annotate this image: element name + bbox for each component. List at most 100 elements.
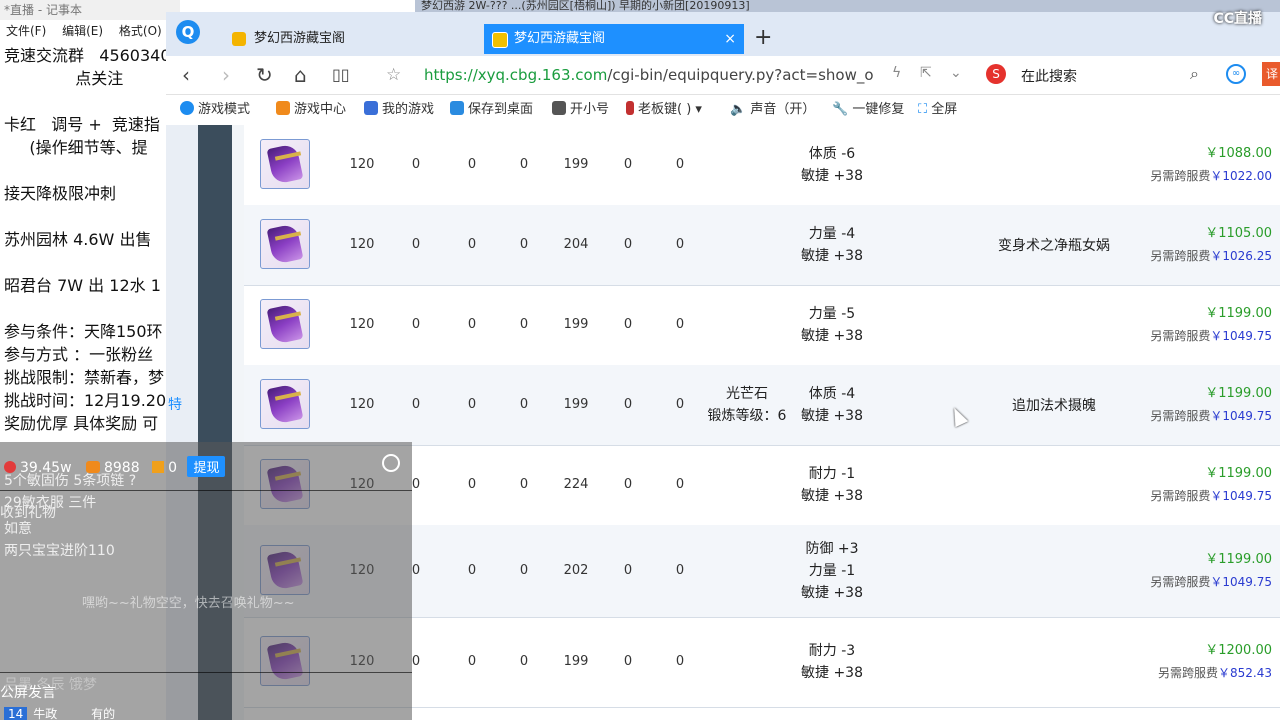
stat-cell: 120: [349, 317, 375, 332]
notepad-line: 点关注: [4, 69, 124, 88]
equipment-thumbnail[interactable]: [260, 139, 310, 189]
stat-cell: 120: [349, 237, 375, 252]
background-window-titlebar[interactable]: 梦幻西游 2W-??? ...(苏州园区[梧桐山]) 早期的小新团[201909…: [415, 0, 1280, 12]
special-effect: 追加法术摄魄: [1012, 398, 1096, 414]
browser-logo-icon[interactable]: Q: [176, 20, 200, 44]
stat-cell: 120: [349, 397, 375, 412]
attribute-line: 体质 -4: [808, 386, 856, 402]
cross-server-fee: 另需跨服费￥1026.25: [1132, 245, 1272, 267]
price: ￥1105.00: [1205, 226, 1272, 241]
bookmark-game-mode[interactable]: 游戏模式: [180, 101, 250, 119]
bookmark-repair[interactable]: 🔧 一键修复: [832, 101, 904, 119]
tab-label: 梦幻西游藏宝阁: [254, 31, 346, 46]
price: ￥1199.00: [1205, 552, 1272, 567]
attribute-list: 防御 +3 力量 -1 敏捷 +38: [792, 538, 872, 604]
equipment-thumbnail[interactable]: [260, 379, 310, 429]
fee-value: ￥1049.75: [1210, 575, 1272, 589]
attribute-line: 力量 -1: [808, 563, 856, 579]
new-tab-button[interactable]: +: [754, 26, 772, 50]
share-icon[interactable]: ⇱: [920, 65, 932, 81]
tab-cbg-2-active[interactable]: 梦幻西游藏宝阁 ×: [484, 24, 744, 54]
attribute-line: 敏捷 +38: [801, 328, 863, 344]
chat-user[interactable]: 牛政: [33, 707, 57, 720]
bookmark-game-center[interactable]: 游戏中心: [276, 101, 346, 119]
close-tab-icon[interactable]: ×: [724, 24, 736, 54]
notepad-menubar: 文件(F) 编辑(E) 格式(O): [0, 20, 180, 42]
table-row[interactable]: 120 0 0 0 199 0 0 力量 -5 敏捷 +38 ￥1199.00 另需跨服费￥1049…: [244, 285, 1280, 366]
gem-line: 锻炼等级：6: [707, 408, 787, 424]
table-row[interactable]: 120 0 0 0 199 0 0 光芒石 锻炼等级：6 体质 -4 敏捷 +38 追加法术摄魄 ￥11…: [244, 365, 1280, 446]
translate-icon[interactable]: 译: [1262, 62, 1280, 86]
stat-cell: 199: [563, 654, 589, 669]
lightning-icon[interactable]: ϟ: [892, 65, 901, 81]
menu-format[interactable]: 格式(O): [119, 24, 162, 38]
monitor-icon: [450, 101, 464, 115]
stat-cell: 0: [519, 157, 529, 172]
url-host: https://xyq.cbg.163.com: [424, 66, 608, 84]
stat-cell: 0: [411, 317, 421, 332]
notepad-line: 参与条件：天降150环: [4, 322, 163, 341]
cc-live-logo: CC直播: [1213, 11, 1262, 27]
table-row[interactable]: 120 0 0 0 204 0 0 力量 -4 敏捷 +38 变身术之净瓶女娲 ￥1105.00 另需…: [244, 205, 1280, 286]
cross-server-fee: 另需跨服费￥1049.75: [1132, 405, 1272, 427]
home-icon[interactable]: ⌂: [294, 63, 307, 87]
bookmark-alt-account[interactable]: 开小号: [552, 101, 609, 119]
gamepad-icon: [276, 101, 290, 115]
extension-icon[interactable]: ∞: [1226, 64, 1246, 84]
stat-cell: 0: [623, 157, 633, 172]
search-icon[interactable]: ⌕: [1190, 64, 1199, 84]
cross-server-fee: 另需跨服费￥852.43: [1132, 662, 1272, 684]
settings-icon[interactable]: [382, 454, 400, 472]
notepad-line: [4, 251, 180, 274]
cbg-favicon-icon: [492, 32, 508, 48]
gift-icon: [152, 461, 165, 473]
menu-file[interactable]: 文件(F): [6, 24, 46, 38]
gem-line: 光芒石: [726, 386, 768, 402]
gem-info: 光芒石锻炼等级：6: [692, 383, 802, 427]
attribute-line: 力量 -4: [808, 226, 856, 242]
refresh-icon[interactable]: ↻: [256, 63, 273, 87]
stat-cell: 0: [519, 477, 529, 492]
equipment-thumbnail[interactable]: [260, 219, 310, 269]
withdraw-button[interactable]: 提现: [187, 456, 226, 477]
price: ￥1088.00: [1205, 146, 1272, 161]
attribute-list: 力量 -5 敏捷 +38: [792, 303, 872, 347]
fee-label: 另需跨服费: [1150, 575, 1211, 589]
users-icon: [552, 101, 566, 115]
menu-edit[interactable]: 编辑(E): [62, 24, 103, 38]
search-input[interactable]: 在此搜索: [1021, 66, 1077, 86]
fee-label: 另需跨服费: [1157, 666, 1218, 680]
attribute-list: 耐力 -3 敏捷 +38: [792, 640, 872, 684]
notepad-line: 奖励优厚 具体奖励 可: [4, 414, 159, 433]
stat-cell: 0: [411, 157, 421, 172]
attribute-list: 体质 -4 敏捷 +38: [792, 383, 872, 427]
speaker-icon: 🔈: [730, 102, 747, 117]
equipment-thumbnail[interactable]: [260, 299, 310, 349]
bookmark-save-desktop[interactable]: 保存到桌面: [450, 101, 533, 119]
chat-text: 有的: [91, 707, 116, 720]
notepad-text[interactable]: 竞速交流群 4560340 点关注 卡红 调号 + 竞速指 (操作细节等、提 接天降…: [0, 42, 180, 435]
stat-cell: 0: [623, 477, 633, 492]
table-row[interactable]: 120 0 0 0 199 0 0 体质 -6 敏捷 +38 ￥1088.00 另需跨服费￥1022…: [244, 125, 1280, 206]
chevron-down-icon[interactable]: ⌄: [950, 65, 962, 81]
reader-icon[interactable]: ▯▯: [332, 63, 350, 87]
url-input[interactable]: https://xyq.cbg.163.com/cgi-bin/equipque…: [424, 66, 874, 84]
attribute-line: 力量 -5: [808, 306, 856, 322]
bookmark-fullscreen[interactable]: ⛶ 全屏: [918, 101, 957, 119]
tab-label: 梦幻西游藏宝阁: [514, 31, 606, 46]
divider: [0, 672, 412, 673]
bookmark-boss-key[interactable]: 老板键( ) ▾: [626, 101, 702, 119]
bookmark-sound[interactable]: 🔈 声音（开）: [730, 101, 815, 119]
attribute-line: 耐力 -1: [808, 466, 856, 482]
favorite-star-icon[interactable]: ☆: [386, 63, 401, 87]
url-path: /cgi-bin/equipquery.py?act=show_over: [607, 66, 874, 84]
back-icon[interactable]: ‹: [182, 63, 190, 87]
forward-icon[interactable]: ›: [222, 63, 230, 87]
search-engine-icon[interactable]: S: [986, 64, 1006, 84]
tab-cbg-1[interactable]: 梦幻西游藏宝阁: [224, 24, 474, 54]
notepad-line: 昭君台 7W 出 12水 1: [4, 276, 161, 295]
notepad-line: (操作细节等、提: [4, 138, 148, 157]
bookmark-my-games[interactable]: 我的游戏: [364, 101, 434, 119]
public-chat-label[interactable]: 公屏发言: [0, 682, 56, 702]
stat-cell: 0: [467, 157, 477, 172]
